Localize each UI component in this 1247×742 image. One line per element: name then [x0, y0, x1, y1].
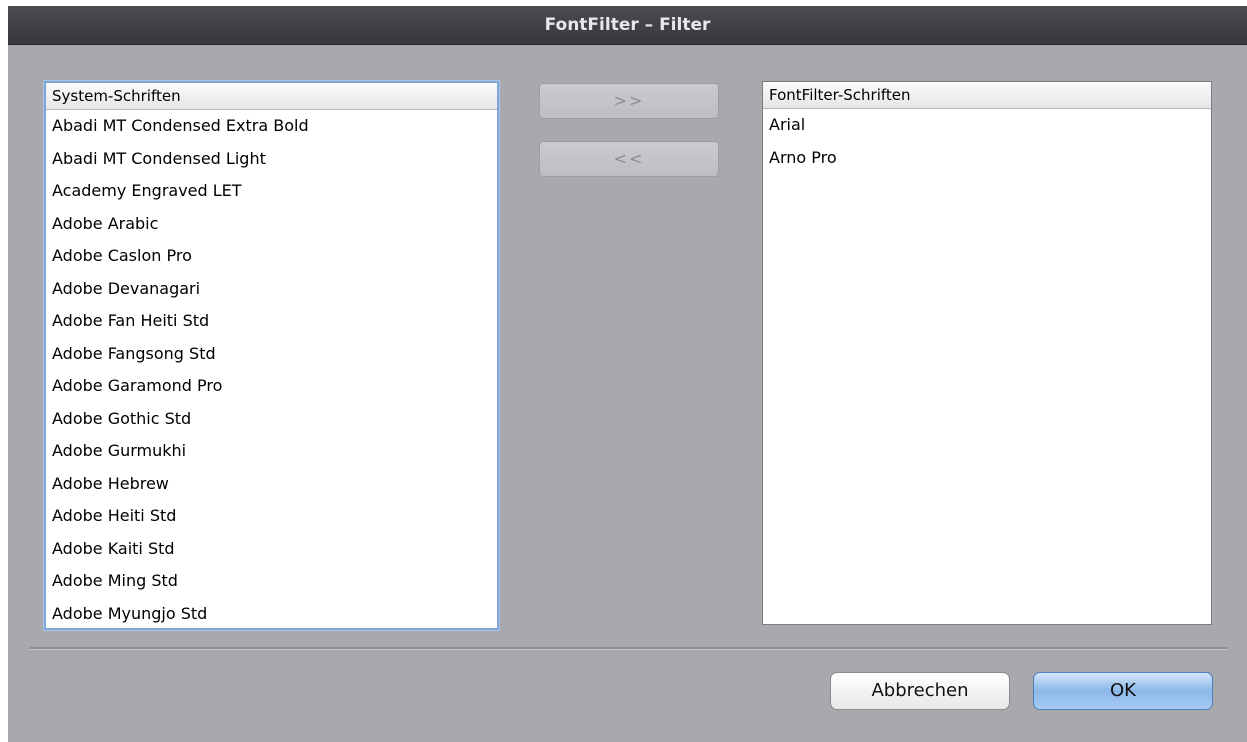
- title-bar[interactable]: FontFilter – Filter: [8, 6, 1247, 45]
- system-fonts-list[interactable]: System-Schriften Abadi MT Condensed Extr…: [44, 81, 499, 630]
- system-font-item[interactable]: Adobe Hebrew: [46, 468, 497, 501]
- system-font-item[interactable]: Adobe Gothic Std: [46, 403, 497, 436]
- system-font-item[interactable]: Adobe Gurmukhi: [46, 435, 497, 468]
- fontfilter-font-item[interactable]: Arno Pro: [763, 142, 1211, 175]
- window-title: FontFilter – Filter: [544, 15, 711, 35]
- system-font-item[interactable]: Adobe Arabic: [46, 208, 497, 241]
- system-font-item[interactable]: Adobe Fangsong Std: [46, 338, 497, 371]
- ok-button[interactable]: OK: [1033, 672, 1213, 710]
- footer-separator: [30, 647, 1227, 650]
- fontfilter-fonts-list[interactable]: FontFilter-Schriften Arial Arno Pro: [762, 81, 1212, 625]
- system-font-item[interactable]: Adobe Ming Std: [46, 565, 497, 598]
- system-font-item[interactable]: Adobe Myungjo Std: [46, 598, 497, 629]
- system-fonts-items: Abadi MT Condensed Extra Bold Abadi MT Co…: [46, 110, 497, 629]
- system-font-item[interactable]: Academy Engraved LET: [46, 175, 497, 208]
- system-font-item[interactable]: Abadi MT Condensed Light: [46, 143, 497, 176]
- system-font-item[interactable]: Adobe Caslon Pro: [46, 240, 497, 273]
- system-fonts-header: System-Schriften: [46, 83, 497, 110]
- fontfilter-font-item[interactable]: Arial: [763, 109, 1211, 142]
- cancel-button[interactable]: Abbrechen: [830, 672, 1010, 710]
- remove-font-button[interactable]: <<: [539, 141, 719, 177]
- system-font-item[interactable]: Adobe Devanagari: [46, 273, 497, 306]
- dialog-window: FontFilter – Filter System-Schriften Aba…: [8, 6, 1247, 742]
- system-font-item[interactable]: Adobe Fan Heiti Std: [46, 305, 497, 338]
- system-font-item[interactable]: Adobe Kaiti Std: [46, 533, 497, 566]
- system-font-item[interactable]: Adobe Garamond Pro: [46, 370, 497, 403]
- system-font-item[interactable]: Adobe Heiti Std: [46, 500, 497, 533]
- fontfilter-fonts-header: FontFilter-Schriften: [763, 82, 1211, 109]
- add-font-button[interactable]: >>: [539, 83, 719, 119]
- system-font-item[interactable]: Abadi MT Condensed Extra Bold: [46, 110, 497, 143]
- fontfilter-fonts-items: Arial Arno Pro: [763, 109, 1211, 174]
